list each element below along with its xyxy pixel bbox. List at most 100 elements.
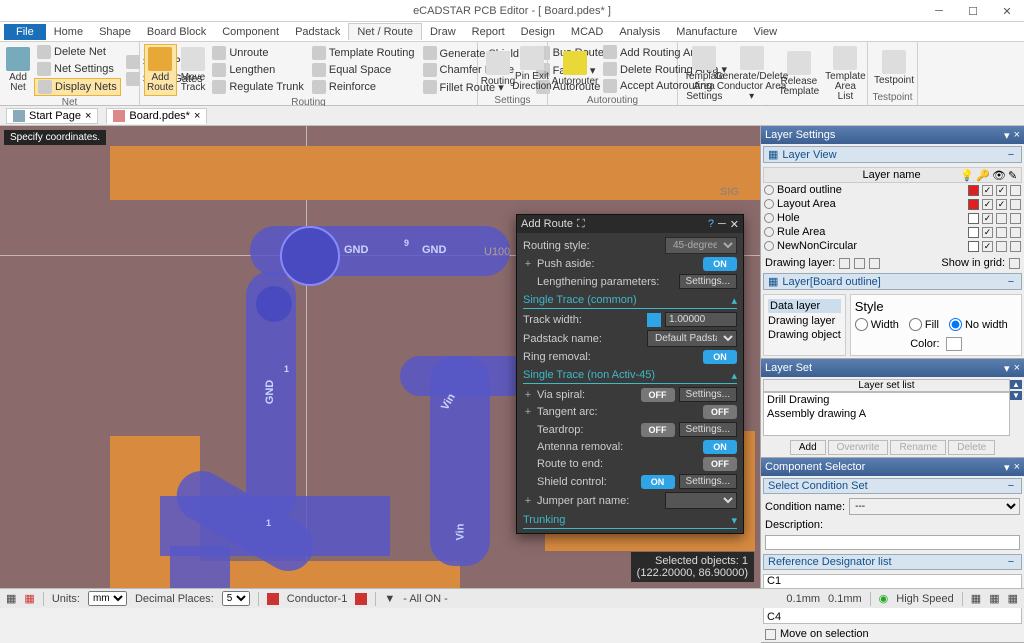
layer-checkbox[interactable]: ✓ bbox=[996, 185, 1007, 196]
route-to-end-toggle[interactable]: OFF bbox=[703, 457, 737, 471]
tab-board[interactable]: Board.pdes*× bbox=[106, 108, 207, 124]
add-net-button[interactable]: Add Net bbox=[4, 44, 32, 96]
color-swatch[interactable] bbox=[968, 185, 979, 196]
conductor-label[interactable]: Conductor-1 bbox=[287, 593, 348, 605]
display-nets-button[interactable]: Display Nets bbox=[34, 78, 121, 96]
brush-icon[interactable]: ✎ bbox=[1008, 169, 1020, 181]
key-icon[interactable]: 🔑 bbox=[976, 169, 988, 181]
track-width-input[interactable] bbox=[665, 312, 737, 327]
layer-checkbox[interactable] bbox=[1010, 227, 1021, 238]
teardrop-settings-button[interactable]: Settings... bbox=[679, 422, 737, 437]
shield-settings-button[interactable]: Settings... bbox=[679, 474, 737, 489]
tab-analysis[interactable]: Analysis bbox=[611, 24, 668, 40]
filter-icon[interactable]: ▼ bbox=[384, 593, 395, 605]
layer-radio[interactable] bbox=[764, 199, 774, 209]
tab-netroute[interactable]: Net / Route bbox=[348, 23, 422, 40]
refdes-list-header[interactable]: Reference Designator list− bbox=[763, 554, 1022, 570]
list-item[interactable]: Drill Drawing bbox=[764, 393, 1009, 407]
panel-close-icon[interactable]: × bbox=[1014, 461, 1020, 474]
routing-settings-button[interactable]: Routing bbox=[482, 44, 514, 94]
layer-checkbox[interactable]: ✓ bbox=[996, 199, 1007, 210]
list-item[interactable]: C1 bbox=[764, 575, 1021, 587]
autorouter-button[interactable]: Autorouter bbox=[552, 44, 598, 94]
pcb-canvas[interactable]: Specify coordinates. GND GND GND Vin Vin… bbox=[0, 126, 760, 588]
color-swatch[interactable] bbox=[968, 213, 979, 224]
data-layer-label[interactable]: Data layer bbox=[768, 299, 841, 313]
move-down-button[interactable]: ▼ bbox=[1010, 391, 1022, 400]
gendel-conductor-button[interactable]: Generate/Delete Conductor Area ▾ bbox=[729, 44, 775, 104]
net-settings-button[interactable]: Net Settings bbox=[34, 61, 121, 77]
expand-icon[interactable]: ⛶ bbox=[577, 218, 585, 231]
push-aside-toggle[interactable]: ON bbox=[703, 257, 737, 271]
teardrop-toggle[interactable]: OFF bbox=[641, 423, 675, 437]
list-item[interactable]: C4 bbox=[764, 611, 1021, 623]
grid-y-label[interactable]: 0.1mm bbox=[828, 593, 862, 605]
layer-checkbox[interactable] bbox=[996, 213, 1007, 224]
add-route-button[interactable]: Add Route bbox=[144, 44, 177, 96]
via-spiral-settings-button[interactable]: Settings... bbox=[679, 387, 737, 402]
status-icon[interactable]: ▦ bbox=[24, 592, 34, 605]
window-maximize[interactable]: ☐ bbox=[956, 0, 990, 22]
delete-net-button[interactable]: Delete Net bbox=[34, 44, 121, 60]
collapse-icon[interactable]: − bbox=[1005, 276, 1017, 288]
layer-checkbox[interactable]: ✓ bbox=[982, 213, 993, 224]
close-icon[interactable]: ✕ bbox=[730, 218, 739, 231]
layer-icon[interactable] bbox=[355, 593, 367, 605]
close-icon[interactable]: × bbox=[194, 110, 200, 122]
layer-row[interactable]: Layout Area✓✓ bbox=[763, 197, 1022, 211]
window-close[interactable]: ✕ bbox=[990, 0, 1024, 22]
tab-start-page[interactable]: Start Page× bbox=[6, 108, 98, 124]
template-area-list-button[interactable]: Template Area List bbox=[823, 44, 868, 104]
tab-manufacture[interactable]: Manufacture bbox=[668, 24, 745, 40]
equal-space-button[interactable]: Equal Space bbox=[309, 62, 418, 78]
regulate-trunk-button[interactable]: Regulate Trunk bbox=[209, 79, 307, 95]
tab-draw[interactable]: Draw bbox=[422, 24, 464, 40]
antenna-removal-toggle[interactable]: ON bbox=[703, 440, 737, 454]
status-icon[interactable]: ▦ bbox=[1008, 592, 1018, 605]
panel-close-icon[interactable]: × bbox=[1014, 362, 1020, 375]
tab-report[interactable]: Report bbox=[464, 24, 513, 40]
decimal-select[interactable]: 5 bbox=[222, 591, 250, 606]
help-icon[interactable]: ? bbox=[708, 218, 714, 231]
layerset-rename-button[interactable]: Rename bbox=[890, 440, 946, 455]
layer-checkbox[interactable]: ✓ bbox=[982, 185, 993, 196]
collapse-icon[interactable]: ▴ bbox=[731, 369, 737, 382]
collapse-icon[interactable]: ▴ bbox=[731, 294, 737, 307]
layer-checkbox[interactable] bbox=[1010, 241, 1021, 252]
layer-checkbox[interactable] bbox=[1010, 213, 1021, 224]
layer-view-header[interactable]: ▦Layer View− bbox=[763, 146, 1022, 163]
layer-checkbox[interactable] bbox=[1010, 185, 1021, 196]
panel-dropdown-icon[interactable]: ▾ bbox=[1004, 362, 1010, 375]
layer-radio[interactable] bbox=[764, 227, 774, 237]
drawing-layer-btn3[interactable] bbox=[869, 258, 880, 269]
drawing-layer-label[interactable]: Drawing layer bbox=[768, 315, 841, 327]
expand-icon[interactable]: + bbox=[523, 389, 533, 401]
drawing-object-label[interactable]: Drawing object bbox=[768, 329, 841, 341]
layer-checkbox[interactable]: ✓ bbox=[982, 241, 993, 252]
ring-removal-toggle[interactable]: ON bbox=[703, 350, 737, 364]
layer-radio[interactable] bbox=[764, 185, 774, 195]
expand-icon[interactable]: + bbox=[523, 406, 533, 418]
shield-control-toggle[interactable]: ON bbox=[641, 475, 675, 489]
lightbulb-icon[interactable]: 💡 bbox=[960, 169, 972, 181]
collapse-icon[interactable]: − bbox=[1005, 480, 1017, 492]
expand-icon[interactable]: + bbox=[523, 495, 533, 507]
layer-radio[interactable] bbox=[764, 241, 774, 251]
condition-name-select[interactable]: --- bbox=[849, 498, 1020, 515]
layer-row[interactable]: NewNonCircular✓ bbox=[763, 239, 1022, 253]
layer-checkbox[interactable] bbox=[996, 241, 1007, 252]
layerset-add-button[interactable]: Add bbox=[790, 440, 826, 455]
collapse-icon[interactable]: − bbox=[1005, 556, 1017, 568]
status-icon[interactable]: ▦ bbox=[989, 592, 999, 605]
tab-home[interactable]: Home bbox=[46, 24, 91, 40]
layer-checkbox[interactable]: ✓ bbox=[982, 227, 993, 238]
reinforce-button[interactable]: Reinforce bbox=[309, 79, 418, 95]
pin-exit-button[interactable]: Pin Exit Direction bbox=[516, 44, 548, 94]
padstack-select[interactable]: Default Padstack bbox=[647, 330, 737, 347]
tab-file[interactable]: File bbox=[4, 24, 46, 40]
expand-icon[interactable]: + bbox=[523, 258, 533, 270]
drawing-layer-btn1[interactable] bbox=[839, 258, 850, 269]
select-condition-header[interactable]: Select Condition Set− bbox=[763, 478, 1022, 494]
color-swatch[interactable] bbox=[968, 199, 979, 210]
all-on-label[interactable]: - All ON - bbox=[403, 593, 448, 605]
